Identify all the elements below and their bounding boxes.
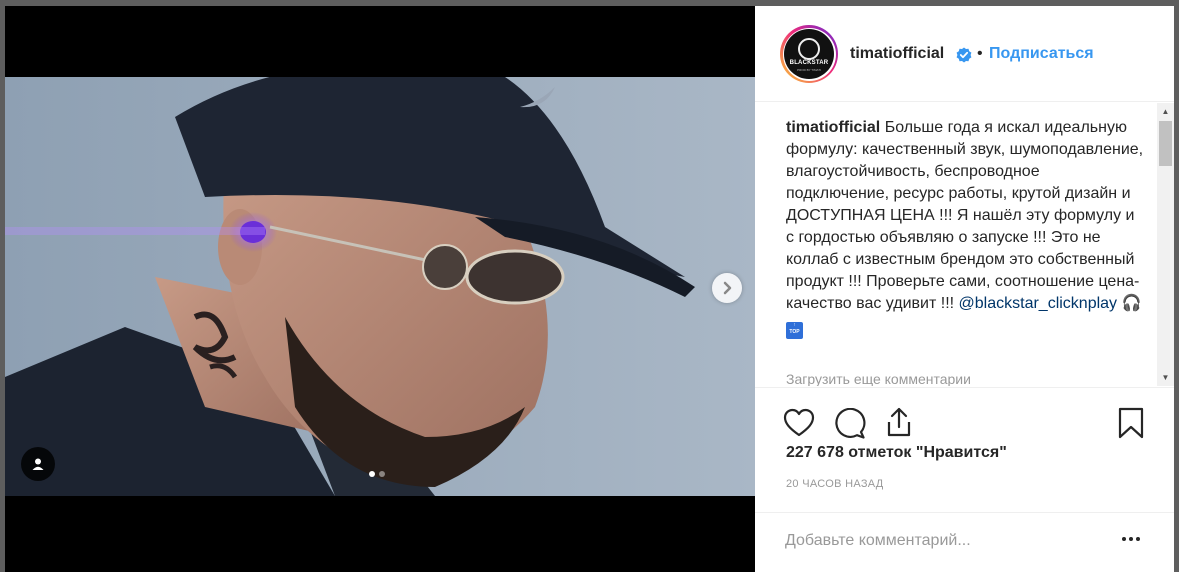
chevron-right-icon (723, 281, 732, 295)
share-button[interactable] (883, 406, 915, 443)
separator-bullet: • (977, 45, 983, 62)
photo-illustration (5, 77, 755, 496)
scrollbar-thumb[interactable] (1159, 121, 1172, 166)
post-actions: 227 678 отметок "Нравится" 20 ЧАСОВ НАЗА… (755, 387, 1174, 527)
username-link[interactable]: timatiofficial (850, 45, 944, 63)
verified-badge-icon (956, 47, 972, 68)
post-media (5, 6, 755, 572)
comment-input[interactable] (785, 529, 1115, 553)
likes-count[interactable]: 227 678 отметок "Нравится" (786, 444, 1007, 462)
save-button[interactable] (1116, 406, 1146, 445)
post-timestamp[interactable]: 20 ЧАСОВ НАЗАД (786, 478, 884, 490)
post-side-panel: BLACKSTAR PROD BY TIMATI timatiofficial … (755, 6, 1174, 572)
comment-button[interactable] (834, 407, 866, 445)
add-comment-section (755, 512, 1174, 572)
user-icon (32, 458, 44, 470)
avatar-logo-text: BLACKSTAR (789, 60, 829, 66)
avatar-story-ring[interactable]: BLACKSTAR PROD BY TIMATI (780, 25, 838, 83)
like-button[interactable] (783, 408, 815, 443)
follow-button[interactable]: Подписаться (989, 45, 1094, 63)
carousel-dot-active (369, 471, 375, 477)
top-emoji-label: TOP (789, 329, 800, 335)
more-dot (1136, 537, 1140, 541)
avatar: BLACKSTAR PROD BY TIMATI (784, 29, 834, 79)
scroll-down-arrow-icon[interactable]: ▼ (1157, 369, 1174, 386)
comments-section: timatiofficial Больше года я искал идеал… (755, 103, 1174, 386)
top-arrow-emoji: ↑ TOP (786, 322, 803, 339)
avatar-logo-ring (798, 38, 820, 60)
carousel-indicator (369, 471, 385, 477)
bookmark-icon (1118, 407, 1144, 439)
caption-mention-link[interactable]: @blackstar_clicknplay (959, 295, 1118, 312)
avatar-sub-text: PROD BY TIMATI (797, 68, 821, 72)
comment-icon (835, 407, 866, 439)
heart-icon (783, 408, 815, 437)
caption-username[interactable]: timatiofficial (786, 119, 880, 136)
share-icon (887, 407, 911, 437)
more-dot (1129, 537, 1133, 541)
headphones-emoji: 🎧 (1121, 295, 1142, 312)
post-photo[interactable] (5, 77, 755, 496)
tagged-users-button[interactable] (21, 447, 55, 481)
more-options-icon[interactable] (1119, 527, 1143, 551)
comments-scrollbar[interactable]: ▲ ▼ (1157, 103, 1174, 386)
load-more-comments-button[interactable]: Загрузить еще комментарии (786, 371, 971, 386)
more-dot (1122, 537, 1126, 541)
caption-text: Больше года я искал идеальную формулу: к… (786, 119, 1144, 312)
post-header: BLACKSTAR PROD BY TIMATI timatiofficial … (755, 6, 1174, 102)
post-caption: timatiofficial Больше года я искал идеал… (786, 117, 1146, 339)
scroll-up-arrow-icon[interactable]: ▲ (1157, 103, 1174, 120)
carousel-dot (379, 471, 385, 477)
avatar-border: BLACKSTAR PROD BY TIMATI (782, 27, 836, 81)
carousel-next-button[interactable] (712, 273, 742, 303)
